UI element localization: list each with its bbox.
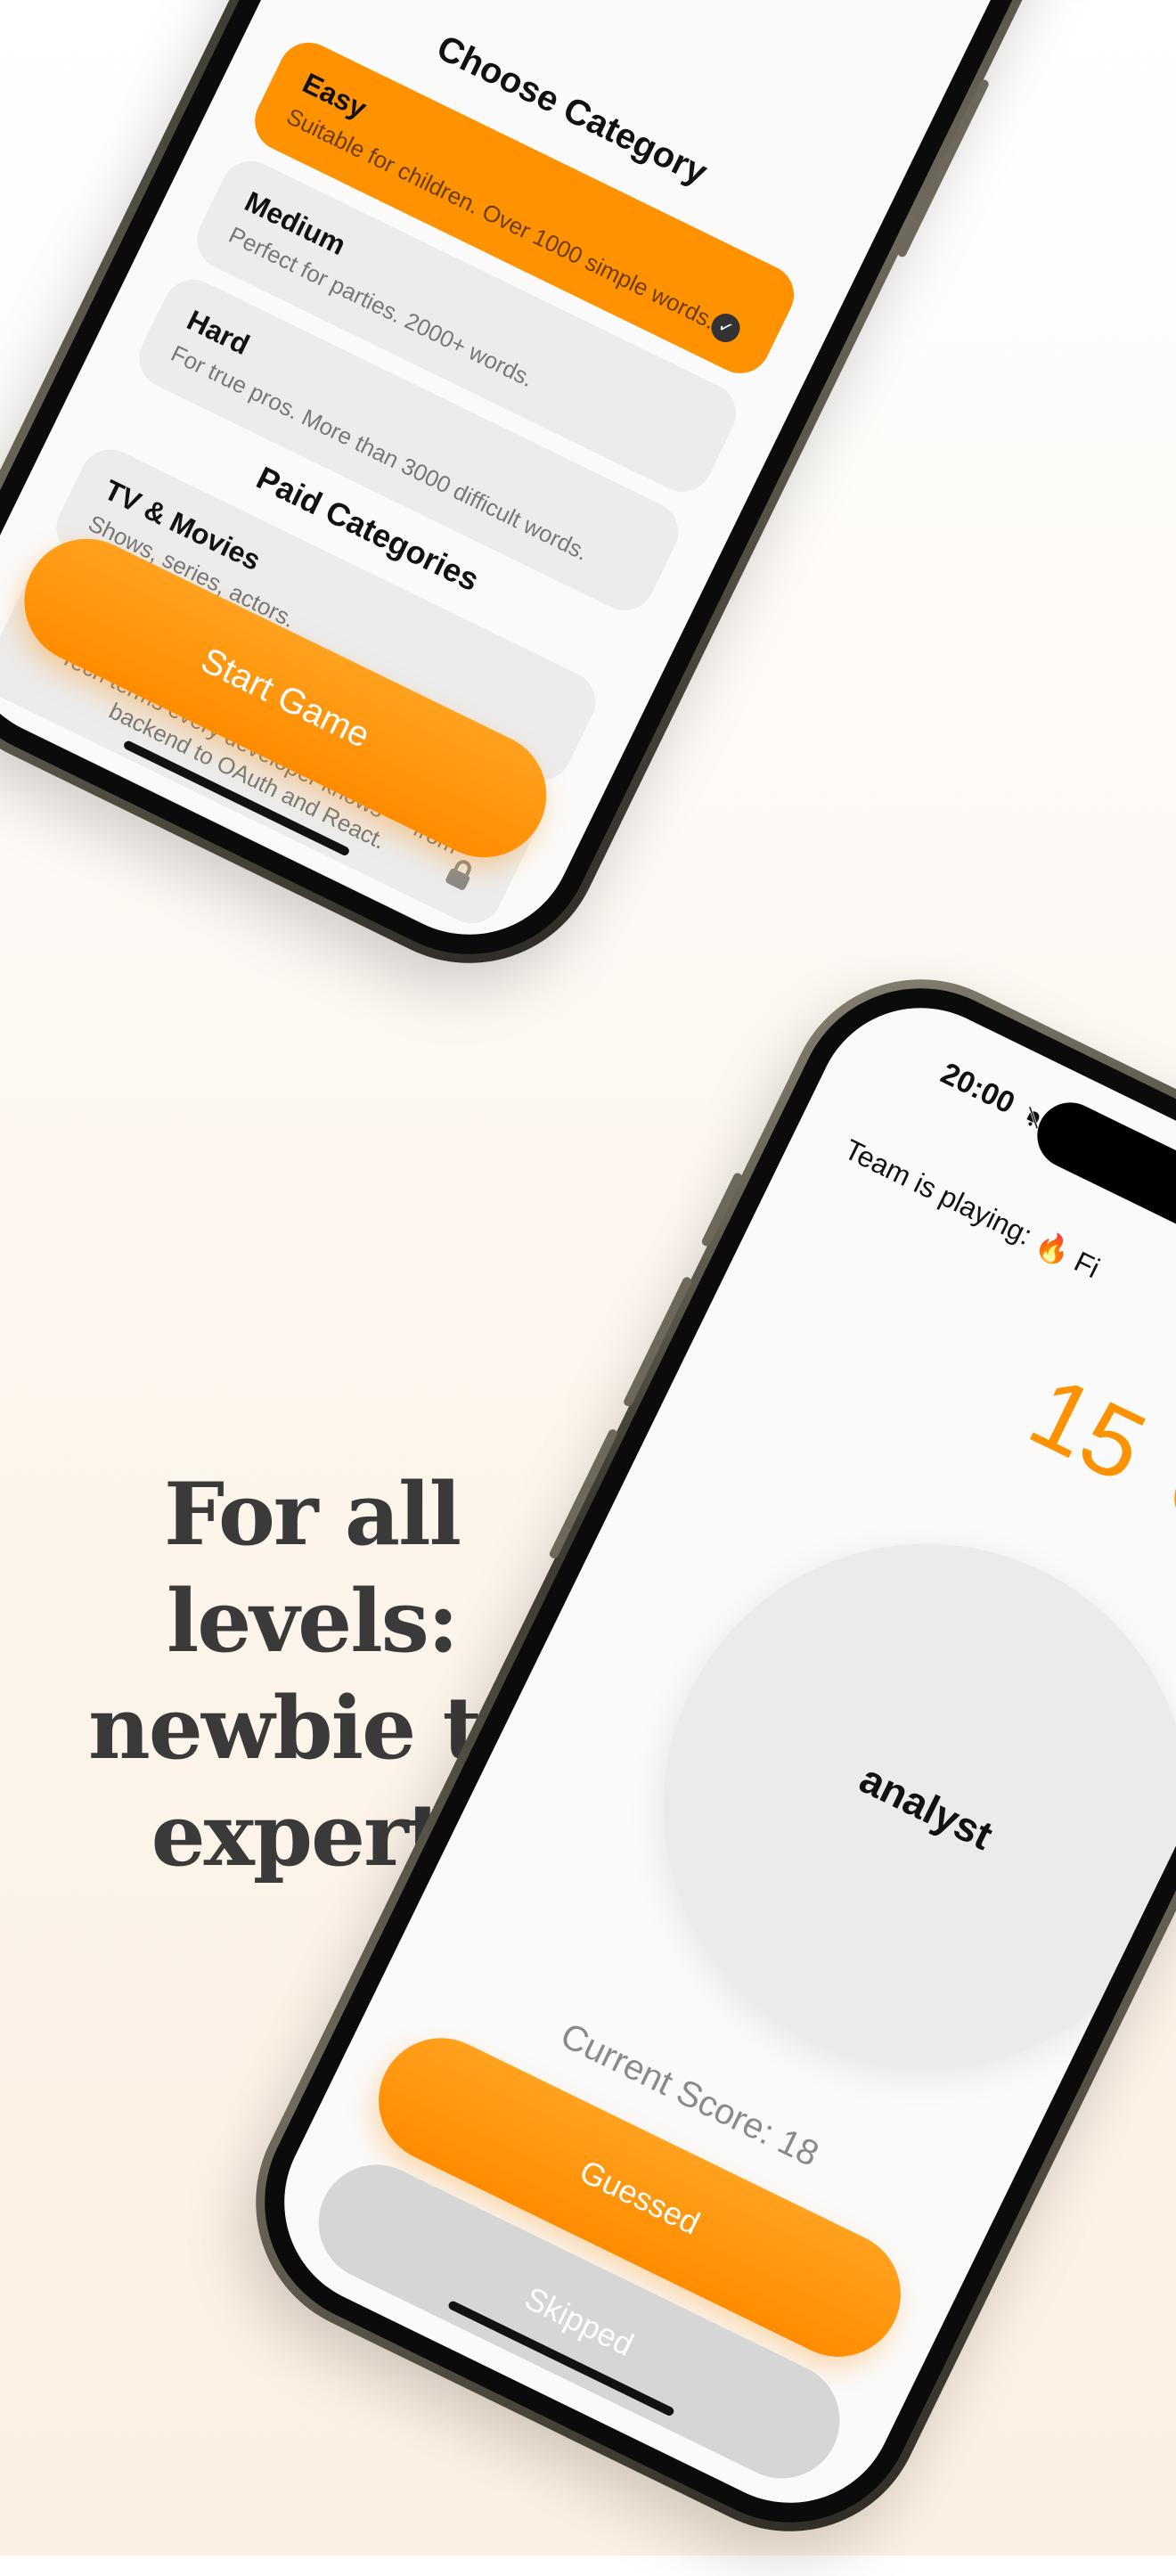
phone-category-screen: 38 Choose Category Easy Suitable for chi… [0,0,1176,1009]
category-screen: 38 Choose Category Easy Suitable for chi… [0,0,1141,970]
dynamic-island [1025,1091,1176,1249]
countdown-timer: 15 [1013,1354,1163,1504]
current-word: analyst [853,1754,1000,1859]
time-text: 20:00 [935,1056,1020,1121]
status-time: 20:00 [935,1056,1052,1136]
word-card: analyst [575,1455,1176,2159]
pause-button[interactable] [1164,1455,1176,1542]
